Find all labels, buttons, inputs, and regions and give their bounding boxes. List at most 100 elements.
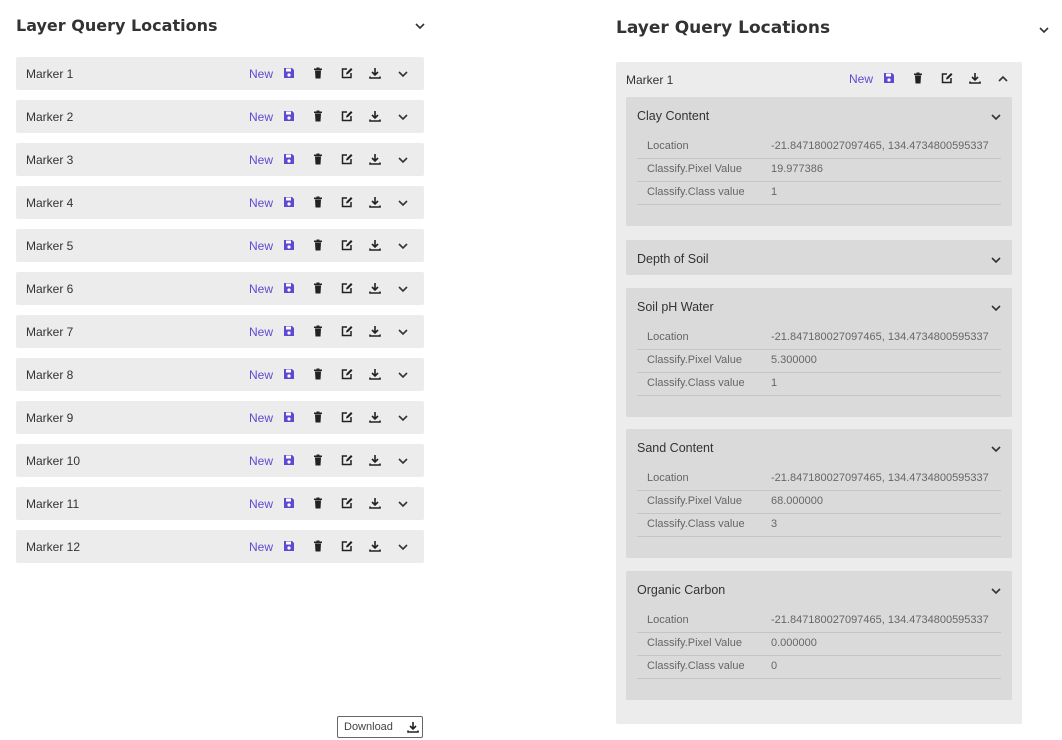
edit-icon[interactable] (341, 282, 353, 294)
chevron-down-icon[interactable] (397, 542, 409, 554)
chevron-down-icon[interactable] (397, 155, 409, 167)
trash-icon[interactable] (312, 368, 324, 380)
chevron-down-icon[interactable] (990, 112, 1002, 122)
marker-row[interactable]: Marker 2 New (16, 100, 424, 133)
chevron-down-icon[interactable] (397, 69, 409, 81)
trash-icon[interactable] (312, 110, 324, 122)
trash-icon[interactable] (312, 325, 324, 337)
new-link[interactable]: New (249, 454, 273, 468)
trash-icon[interactable] (312, 153, 324, 165)
chevron-down-icon[interactable] (397, 198, 409, 210)
trash-icon[interactable] (312, 196, 324, 208)
new-link[interactable]: New (249, 153, 273, 167)
download-icon[interactable] (369, 110, 381, 122)
floppy-disk-icon[interactable] (283, 196, 295, 208)
trash-icon[interactable] (312, 497, 324, 509)
marker-row[interactable]: Marker 1 New (16, 57, 424, 90)
download-icon[interactable] (369, 196, 381, 208)
chevron-down-icon[interactable] (397, 499, 409, 511)
new-link[interactable]: New (249, 67, 273, 81)
download-icon[interactable] (369, 282, 381, 294)
new-link[interactable]: New (249, 497, 273, 511)
edit-icon[interactable] (341, 153, 353, 165)
section-title[interactable]: Organic Carbon (637, 583, 725, 597)
chevron-down-icon[interactable] (397, 413, 409, 425)
new-link[interactable]: New (249, 411, 273, 425)
trash-icon[interactable] (912, 72, 924, 84)
floppy-disk-icon[interactable] (283, 110, 295, 122)
download-icon[interactable] (369, 239, 381, 251)
trash-icon[interactable] (312, 540, 324, 552)
section-title[interactable]: Soil pH Water (637, 300, 714, 314)
marker-row[interactable]: Marker 6 New (16, 272, 424, 305)
trash-icon[interactable] (312, 239, 324, 251)
chevron-down-icon[interactable] (990, 255, 1002, 265)
edit-icon[interactable] (341, 325, 353, 337)
chevron-down-icon[interactable] (397, 370, 409, 382)
download-icon[interactable] (969, 72, 981, 84)
edit-icon[interactable] (941, 72, 953, 84)
trash-icon[interactable] (312, 454, 324, 466)
download-icon[interactable] (369, 411, 381, 423)
edit-icon[interactable] (341, 540, 353, 552)
floppy-disk-icon[interactable] (283, 282, 295, 294)
download-icon[interactable] (369, 325, 381, 337)
chevron-down-icon[interactable] (990, 586, 1002, 596)
marker-row[interactable]: Marker 9 New (16, 401, 424, 434)
edit-icon[interactable] (341, 368, 353, 380)
chevron-down-icon[interactable] (414, 21, 426, 31)
trash-icon[interactable] (312, 282, 324, 294)
new-link[interactable]: New (249, 368, 273, 382)
marker-row[interactable]: Marker 4 New (16, 186, 424, 219)
download-icon[interactable] (369, 368, 381, 380)
section-title[interactable]: Depth of Soil (637, 252, 709, 266)
download-icon[interactable] (369, 454, 381, 466)
download-button[interactable]: Download (337, 716, 423, 738)
chevron-down-icon[interactable] (990, 444, 1002, 454)
chevron-down-icon[interactable] (397, 456, 409, 468)
chevron-down-icon[interactable] (1038, 25, 1050, 35)
new-link[interactable]: New (249, 325, 273, 339)
new-link[interactable]: New (249, 282, 273, 296)
new-link[interactable]: New (249, 110, 273, 124)
marker-row[interactable]: Marker 8 New (16, 358, 424, 391)
marker-row[interactable]: Marker 7 New (16, 315, 424, 348)
section-title[interactable]: Sand Content (637, 441, 713, 455)
trash-icon[interactable] (312, 67, 324, 79)
floppy-disk-icon[interactable] (283, 540, 295, 552)
new-link[interactable]: New (849, 72, 873, 86)
floppy-disk-icon[interactable] (883, 72, 895, 84)
marker-row[interactable]: Marker 11 New (16, 487, 424, 520)
new-link[interactable]: New (249, 540, 273, 554)
marker-row[interactable]: Marker 3 New (16, 143, 424, 176)
download-icon[interactable] (369, 497, 381, 509)
edit-icon[interactable] (341, 454, 353, 466)
chevron-down-icon[interactable] (990, 303, 1002, 313)
download-icon[interactable] (369, 153, 381, 165)
floppy-disk-icon[interactable] (283, 239, 295, 251)
download-icon[interactable] (369, 540, 381, 552)
floppy-disk-icon[interactable] (283, 325, 295, 337)
marker-row[interactable]: Marker 5 New (16, 229, 424, 262)
marker-row[interactable]: Marker 12 New (16, 530, 424, 563)
new-link[interactable]: New (249, 239, 273, 253)
edit-icon[interactable] (341, 239, 353, 251)
section-title[interactable]: Clay Content (637, 109, 709, 123)
chevron-down-icon[interactable] (397, 327, 409, 339)
chevron-down-icon[interactable] (397, 284, 409, 296)
edit-icon[interactable] (341, 110, 353, 122)
chevron-down-icon[interactable] (397, 112, 409, 124)
edit-icon[interactable] (341, 67, 353, 79)
download-icon[interactable] (369, 67, 381, 79)
chevron-up-icon[interactable] (997, 74, 1009, 86)
floppy-disk-icon[interactable] (283, 411, 295, 423)
floppy-disk-icon[interactable] (283, 368, 295, 380)
trash-icon[interactable] (312, 411, 324, 423)
floppy-disk-icon[interactable] (283, 153, 295, 165)
floppy-disk-icon[interactable] (283, 454, 295, 466)
edit-icon[interactable] (341, 411, 353, 423)
floppy-disk-icon[interactable] (283, 497, 295, 509)
floppy-disk-icon[interactable] (283, 67, 295, 79)
marker-row[interactable]: Marker 10 New (16, 444, 424, 477)
new-link[interactable]: New (249, 196, 273, 210)
